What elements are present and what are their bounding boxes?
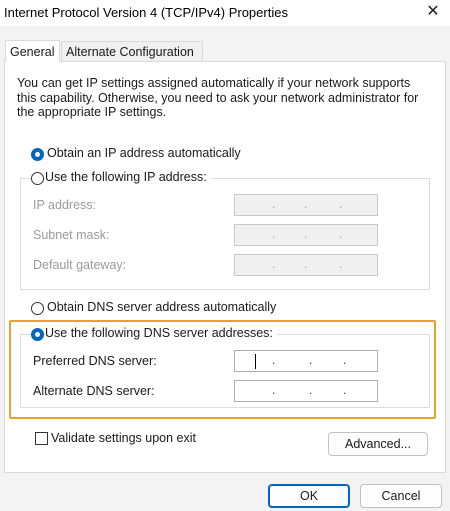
use-following-ip-label[interactable]: Use the following IP address: — [45, 170, 211, 184]
obtain-dns-auto-radio[interactable] — [31, 302, 44, 315]
close-icon[interactable]: ✕ — [420, 1, 446, 23]
default-gateway-field: ... — [234, 254, 378, 276]
validate-settings-checkbox[interactable] — [35, 432, 48, 445]
ip-address-label: IP address: — [33, 198, 97, 212]
use-following-ip-radio[interactable] — [31, 172, 44, 185]
cancel-button[interactable]: Cancel — [360, 484, 442, 508]
intro-text: You can get IP settings assigned automat… — [17, 76, 419, 119]
advanced-button[interactable]: Advanced... — [328, 432, 428, 456]
obtain-ip-auto-radio[interactable] — [31, 148, 44, 161]
ip-address-field: ... — [234, 194, 378, 216]
subnet-mask-label: Subnet mask: — [33, 228, 110, 242]
validate-settings-label[interactable]: Validate settings upon exit — [51, 431, 196, 445]
tab-general[interactable]: General — [5, 40, 60, 62]
default-gateway-label: Default gateway: — [33, 258, 127, 272]
window-title: Internet Protocol Version 4 (TCP/IPv4) P… — [4, 5, 288, 20]
dns-highlight-box — [9, 320, 436, 419]
subnet-mask-field: ... — [234, 224, 378, 246]
obtain-dns-auto-label[interactable]: Obtain DNS server address automatically — [47, 300, 276, 314]
obtain-ip-auto-label[interactable]: Obtain an IP address automatically — [47, 146, 241, 160]
tab-alternate-configuration[interactable]: Alternate Configuration — [61, 41, 203, 61]
ok-button[interactable]: OK — [268, 484, 350, 508]
